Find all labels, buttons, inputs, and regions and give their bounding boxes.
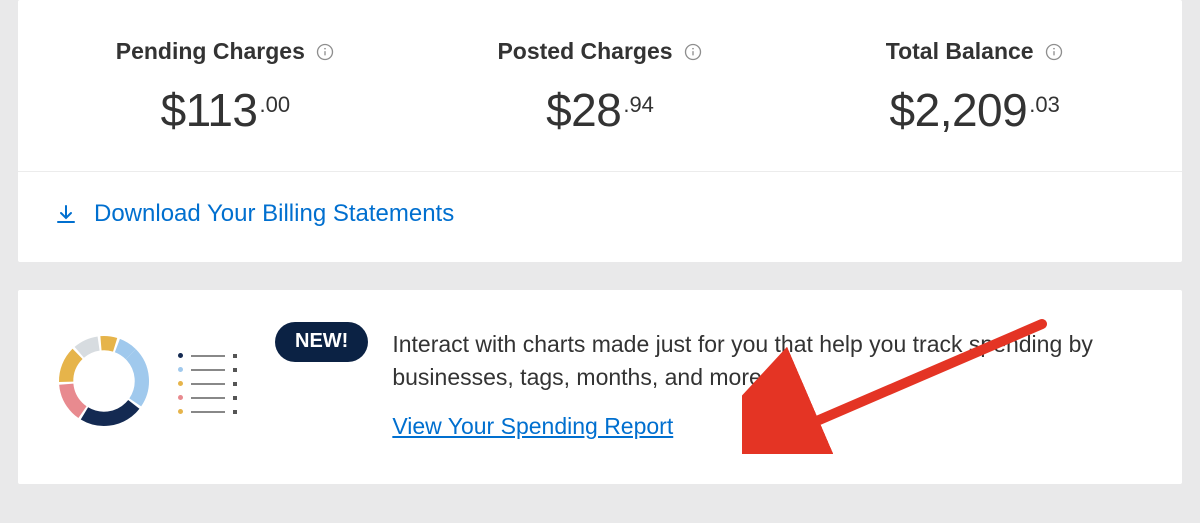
posted-label-row: Posted Charges [497, 38, 702, 65]
promo-text: Interact with charts made just for you t… [392, 328, 1146, 440]
info-icon[interactable] [683, 42, 703, 62]
total-balance-col: Total Balance $2,209 .03 [787, 38, 1162, 137]
pending-label: Pending Charges [116, 38, 305, 65]
legend-icon [178, 353, 237, 414]
pending-label-row: Pending Charges [116, 38, 335, 65]
promo-visual [54, 331, 237, 436]
pending-amount: $113 .00 [161, 83, 291, 137]
total-label: Total Balance [886, 38, 1034, 65]
download-statements-link[interactable]: Download Your Billing Statements [94, 200, 454, 228]
promo-description: Interact with charts made just for you t… [392, 328, 1146, 395]
spending-report-promo: NEW! Interact with charts made just for … [18, 290, 1182, 484]
posted-charges-col: Posted Charges $28 .94 [413, 38, 788, 137]
pending-amount-main: $113 [161, 83, 258, 137]
download-icon [54, 202, 78, 226]
total-amount-main: $2,209 [890, 83, 1028, 137]
balances-row: Pending Charges $113 .00 Posted Charges [18, 0, 1182, 172]
info-icon[interactable] [1044, 42, 1064, 62]
total-label-row: Total Balance [886, 38, 1064, 65]
posted-amount-cents: .94 [623, 92, 654, 118]
info-icon[interactable] [315, 42, 335, 62]
total-amount: $2,209 .03 [890, 83, 1060, 137]
posted-label: Posted Charges [497, 38, 672, 65]
pending-amount-cents: .00 [260, 92, 291, 118]
posted-amount: $28 .94 [546, 83, 654, 137]
pending-charges-col: Pending Charges $113 .00 [38, 38, 413, 137]
posted-amount-main: $28 [546, 83, 621, 137]
total-amount-cents: .03 [1029, 92, 1060, 118]
download-row: Download Your Billing Statements [18, 172, 1182, 262]
donut-chart-icon [54, 331, 154, 436]
new-badge: NEW! [275, 322, 368, 362]
balances-card: Pending Charges $113 .00 Posted Charges [18, 0, 1182, 262]
view-spending-report-link[interactable]: View Your Spending Report [392, 413, 673, 439]
